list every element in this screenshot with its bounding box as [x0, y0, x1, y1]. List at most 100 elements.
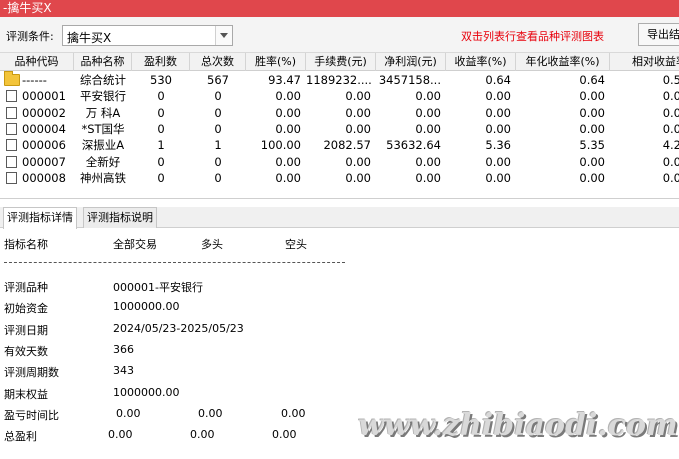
detail-row-label: 盈亏时间比: [4, 408, 59, 422]
cell-annual-return: 0.00: [579, 154, 605, 169]
cell-net-profit: 0.00: [415, 154, 441, 169]
detail-row-value: 366: [113, 342, 134, 356]
cell-code: 000008: [22, 170, 66, 185]
cell-net-profit: 0.00: [415, 89, 441, 104]
cell-profit-count: 0: [157, 170, 165, 185]
cell-profit-count: 1: [157, 138, 165, 153]
cell-relative-return: 0.0: [662, 154, 679, 169]
cell-win-rate: 0.00: [275, 89, 301, 104]
detail-row-label: 评测品种: [4, 281, 48, 294]
detail-row-label: 有效天数: [4, 344, 48, 358]
table-row[interactable]: 000008 神州高铁 0 0 0.00 0.00 0.00 0.00 0.00 0.0: [0, 170, 679, 186]
cell-relative-return: 0.0: [662, 170, 679, 185]
cell-net-profit: 3457158...: [378, 73, 441, 87]
criteria-combobox[interactable]: 擒牛买X: [62, 25, 233, 46]
col-header-annual-return[interactable]: 年化收益率(%): [516, 53, 610, 71]
cell-return: 0.00: [485, 89, 511, 104]
cell-win-rate: 0.00: [275, 170, 301, 185]
detail-divider: [4, 262, 345, 263]
cell-annual-return: 0.00: [579, 89, 605, 104]
col-header-return[interactable]: 收益率(%): [446, 53, 516, 71]
cell-total: 0: [214, 89, 222, 104]
tab-metric-explanation[interactable]: 评测指标说明: [83, 207, 157, 228]
cell-name: *ST国华: [81, 121, 125, 136]
cell-win-rate: 93.47: [268, 73, 301, 87]
cell-profit-count: 530: [150, 73, 172, 87]
detail-row-value: 1000000.00: [113, 300, 180, 314]
cell-annual-return: 0.64: [579, 73, 605, 87]
cell-total: 0: [214, 105, 222, 120]
detail-row-label: 总盈利: [4, 430, 37, 444]
cell-fee: 0.00: [345, 105, 371, 120]
cell-net-profit: 53632.64: [386, 138, 441, 153]
cell-profit-count: 0: [157, 89, 165, 104]
export-button[interactable]: 导出结果: [638, 23, 679, 46]
cell-win-rate: 0.00: [275, 154, 301, 169]
criteria-label: 评测条件:: [6, 30, 54, 43]
detail-row-value: 1000000.00: [113, 385, 180, 399]
cell-win-rate: 100.00: [260, 138, 301, 153]
cell-annual-return: 0.00: [579, 170, 605, 185]
detail-row-value: 2024/05/23-2025/05/23: [113, 321, 244, 335]
cell-net-profit: 0.00: [415, 170, 441, 185]
cell-relative-return: 0.0: [662, 105, 679, 120]
detail-row-label: 期末权益: [4, 387, 48, 401]
table-row[interactable]: 000002 万 科A 0 0 0.00 0.00 0.00 0.00 0.00 0.0: [0, 105, 679, 121]
cell-profit-count: 0: [157, 121, 165, 136]
cell-code: 000006: [22, 138, 66, 153]
cell-name: 万 科A: [85, 105, 121, 120]
tab-metric-details[interactable]: 评测指标详情: [3, 207, 77, 229]
cell-profit-count: 0: [157, 154, 165, 169]
cell-code: 000007: [22, 154, 66, 169]
cell-return: 0.00: [485, 154, 511, 169]
cell-total: 1: [214, 138, 222, 153]
detail-row-value: 0.00: [116, 406, 141, 420]
results-table: 品种代码 品种名称 盈利数 总次数 胜率(%) 手续费(元) 净利润(元) 收益…: [0, 53, 679, 199]
detail-row-label: 初始资金: [4, 302, 48, 316]
table-row[interactable]: ------ 综合统计 530 567 93.47 1189232.... 3457158.…: [0, 71, 679, 88]
detail-row-long-value: 0.00: [198, 406, 223, 420]
detail-row-value: 000001-平安银行: [113, 281, 203, 294]
detail-row-short-value: 0.00: [281, 406, 306, 420]
table-row[interactable]: 000006 深振业A 1 1 100.00 2082.57 53632.64 5.36 5.3…: [0, 137, 679, 153]
cell-code: 000002: [22, 105, 66, 120]
table-row[interactable]: 000001 平安银行 0 0 0.00 0.00 0.00 0.00 0.00 0.0: [0, 88, 679, 104]
col-header-code[interactable]: 品种代码: [0, 53, 74, 71]
cell-name: 平安银行: [80, 89, 126, 104]
col-header-fee[interactable]: 手续费(元): [306, 53, 376, 71]
detail-row-short-value: 0.00: [272, 428, 297, 442]
cell-fee: 1189232....: [306, 73, 372, 87]
detail-tabs: 评测指标详情 评测指标说明: [0, 207, 679, 229]
cell-annual-return: 0.00: [579, 121, 605, 136]
cell-relative-return: 4.2: [662, 138, 679, 153]
cell-name: 神州高铁: [80, 170, 126, 185]
table-row[interactable]: 000004 *ST国华 0 0 0.00 0.00 0.00 0.00 0.00 0.0: [0, 121, 679, 137]
detail-header-short: 空头: [285, 238, 307, 251]
cell-return: 5.36: [485, 138, 511, 153]
detail-header-long: 多头: [201, 238, 223, 251]
col-header-total[interactable]: 总次数: [190, 53, 246, 71]
toolbar: 评测条件: 擒牛买X 双击列表行查看品种评测图表 导出结果: [0, 17, 679, 53]
detail-row-value: 0.00: [108, 428, 133, 442]
table-row[interactable]: 000007 全新好 0 0 0.00 0.00 0.00 0.00 0.00 0.0: [0, 154, 679, 170]
col-header-win-rate[interactable]: 胜率(%): [246, 53, 306, 71]
cell-relative-return: 0.5: [662, 73, 679, 87]
col-header-relative-return[interactable]: 相对收益率: [610, 53, 679, 71]
col-header-net-profit[interactable]: 净利润(元): [376, 53, 446, 71]
criteria-value: 擒牛买X: [67, 31, 112, 45]
col-header-name[interactable]: 品种名称: [74, 53, 132, 71]
chevron-down-icon[interactable]: [215, 26, 232, 45]
cell-total: 0: [214, 154, 222, 169]
detail-row-label: 评测周期数: [4, 366, 59, 380]
detail-row-value: 343: [113, 364, 134, 378]
window-title: -擒牛买X: [0, 0, 679, 17]
cell-return: 0.00: [485, 105, 511, 120]
cell-code: ------: [22, 73, 47, 87]
cell-total: 567: [207, 73, 229, 87]
cell-return: 0.00: [485, 170, 511, 185]
col-header-profit-count[interactable]: 盈利数: [132, 53, 190, 71]
cell-fee: 0.00: [345, 154, 371, 169]
cell-relative-return: 0.0: [662, 121, 679, 136]
site-watermark: www.zhibiaodi.com: [358, 408, 678, 443]
cell-code: 000004: [22, 121, 66, 136]
